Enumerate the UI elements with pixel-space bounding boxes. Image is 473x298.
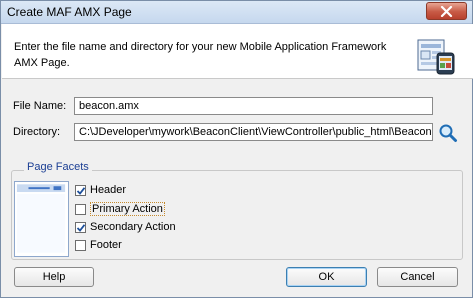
facet-primary-action-checkbox[interactable]	[75, 204, 86, 215]
ok-button[interactable]: OK	[286, 267, 367, 287]
window-title: Create MAF AMX Page	[7, 5, 132, 19]
search-icon	[439, 124, 457, 142]
page-facets-legend: Page Facets	[24, 161, 92, 173]
check-icon	[76, 224, 86, 232]
title-bar[interactable]: Create MAF AMX Page	[1, 1, 472, 24]
facet-header-checkbox[interactable]	[75, 185, 86, 196]
facet-footer-label: Footer	[90, 239, 122, 251]
amx-page-wizard-icon	[417, 39, 455, 75]
directory-label: Directory:	[13, 126, 61, 138]
cancel-button[interactable]: Cancel	[377, 267, 458, 287]
dialog-window: Create MAF AMX Page Enter the file name …	[0, 0, 473, 298]
check-icon	[76, 187, 86, 195]
close-icon	[440, 6, 453, 17]
browse-button[interactable]	[438, 123, 458, 143]
facet-primary-action-label: Primary Action	[90, 202, 165, 216]
facet-secondary-action-checkbox[interactable]	[75, 222, 86, 233]
header-description: Enter the file name and directory for yo…	[14, 41, 387, 69]
file-name-label: File Name:	[13, 100, 67, 112]
facet-preview-image	[14, 181, 69, 257]
close-button[interactable]	[426, 2, 467, 20]
header-panel: Enter the file name and directory for yo…	[2, 24, 473, 79]
facet-secondary-action-label: Secondary Action	[90, 221, 176, 233]
facet-header-label: Header	[90, 184, 127, 196]
file-name-input[interactable]: beacon.amx	[74, 97, 433, 115]
directory-input[interactable]: C:\JDeveloper\mywork\BeaconClient\ViewCo…	[74, 123, 433, 141]
help-button[interactable]: Help	[14, 267, 94, 287]
facet-footer-checkbox[interactable]	[75, 240, 86, 251]
